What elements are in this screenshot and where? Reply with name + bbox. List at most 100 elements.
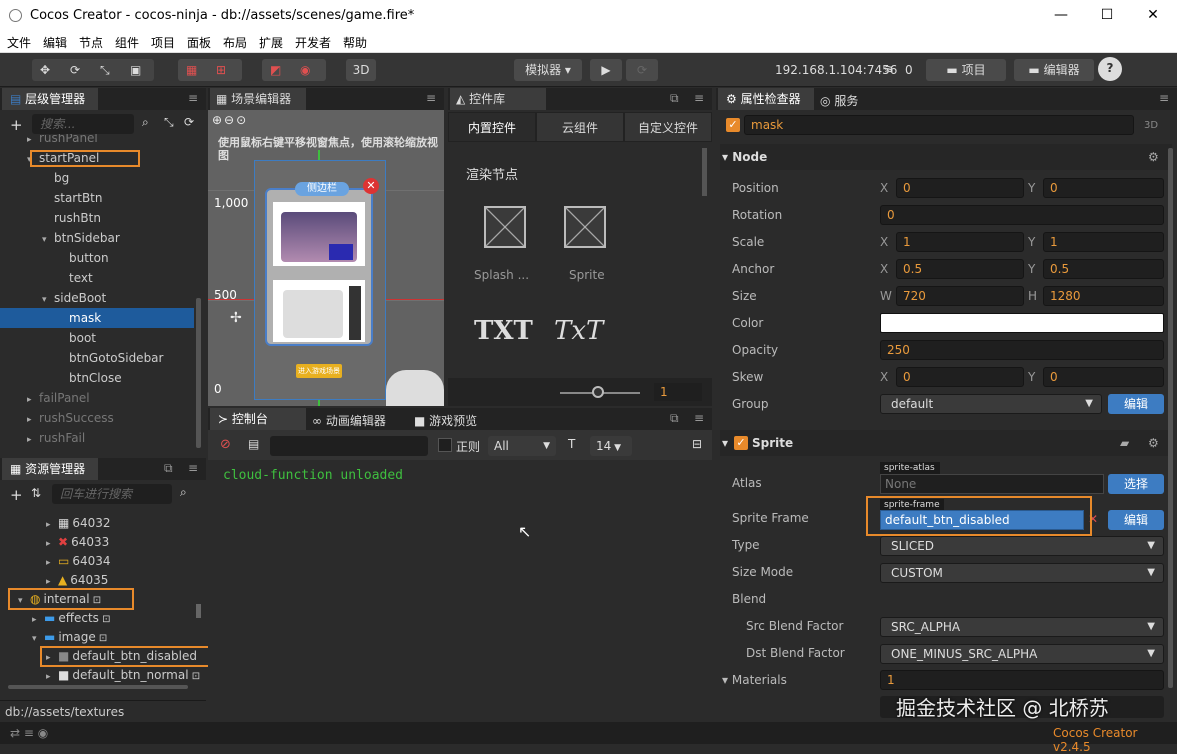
maximize-icon[interactable]: ⧉ <box>670 411 679 426</box>
hierarchy-node[interactable]: ▾ btnSidebar <box>0 228 194 248</box>
atlas-field[interactable]: None <box>880 474 1104 494</box>
hierarchy-node[interactable]: bg <box>0 168 194 188</box>
rotation-input[interactable]: 0 <box>880 205 1164 225</box>
menu-file[interactable]: 文件 <box>7 34 31 51</box>
rect-tool-icon[interactable]: ▣ <box>130 59 141 81</box>
tab-inspector[interactable]: ⚙ 属性检查器 <box>718 88 814 110</box>
color-swatch[interactable] <box>880 313 1164 333</box>
slider-value-input[interactable]: 1 <box>654 383 702 401</box>
asset-node[interactable]: ▸ ■ default_btn_normal ⊡ <box>0 666 200 685</box>
tab-custom-widgets[interactable]: 自定义控件 <box>624 112 712 142</box>
edit-frame-button[interactable]: 编辑 <box>1108 510 1164 530</box>
slider-handle[interactable] <box>592 386 604 398</box>
maximize-button[interactable]: ☐ <box>1084 0 1130 31</box>
panel-menu-icon[interactable]: ≡ <box>426 91 436 105</box>
position-x-input[interactable]: 0 <box>896 178 1024 198</box>
src-blend-select[interactable]: SRC_ALPHA ▼ <box>880 617 1164 637</box>
asset-node[interactable]: ▾ ▬ image ⊡ <box>0 628 107 647</box>
node-section-header[interactable] <box>720 144 1172 170</box>
node-active-checkbox[interactable]: ✓ <box>726 118 740 132</box>
hierarchy-scrollbar[interactable] <box>196 298 201 448</box>
menu-edit[interactable]: 编辑 <box>43 34 67 51</box>
hierarchy-search-input[interactable]: 搜索... <box>32 114 134 134</box>
hierarchy-node[interactable]: btnGotoSidebar <box>0 348 194 368</box>
widgets-scrollbar[interactable] <box>702 148 707 196</box>
open-project-button[interactable]: ▬ 项目 <box>926 59 1006 81</box>
chevron-down-icon[interactable]: ▾ <box>42 230 54 250</box>
minimize-button[interactable]: — <box>1038 0 1084 31</box>
open-editor-button[interactable]: ▬ 编辑器 <box>1014 59 1094 81</box>
menu-developer[interactable]: 开发者 <box>295 34 331 51</box>
menu-panel[interactable]: 面板 <box>187 34 211 51</box>
log-level-select[interactable]: All ▼ <box>488 436 556 456</box>
panel-menu-icon[interactable]: ≡ <box>188 91 198 105</box>
scene-viewport[interactable]: ⊕⊖⊙ 使用鼠标右键平移视窗焦点，使用滚轮缩放视图 1,000 500 0 侧边… <box>208 110 444 406</box>
scale-x-input[interactable]: 1 <box>896 232 1024 252</box>
maximize-icon[interactable]: ⧉ <box>670 91 679 106</box>
scale-y-input[interactable]: 1 <box>1043 232 1164 252</box>
assets-hscrollbar[interactable] <box>8 685 188 689</box>
panel-menu-icon[interactable]: ≡ <box>694 411 704 425</box>
hierarchy-node[interactable]: ▸ rushPanel <box>0 134 194 148</box>
hierarchy-node[interactable]: rushBtn <box>0 208 194 228</box>
gear-icon[interactable]: ⚙ <box>1148 436 1159 450</box>
sort-icon[interactable]: ⇅ <box>31 486 41 500</box>
hierarchy-node[interactable]: ▸ rushSuccess <box>0 408 194 428</box>
hierarchy-node[interactable]: button <box>0 248 194 268</box>
clear-icon[interactable]: ⊘ <box>220 437 231 452</box>
tab-cloud-widgets[interactable]: 云组件 <box>536 112 624 142</box>
popup-close-icon[interactable]: ✕ <box>363 178 379 194</box>
add-asset-icon[interactable]: + <box>10 486 23 504</box>
hierarchy-node[interactable]: text <box>0 268 194 288</box>
materials-count-input[interactable]: 1 <box>880 670 1164 690</box>
tab-builtin-widgets[interactable]: 内置控件 <box>448 112 536 142</box>
hierarchy-node[interactable]: ▾ sideBoot <box>0 288 194 308</box>
chevron-right-icon[interactable]: ▸ <box>27 410 39 430</box>
tab-widgets[interactable]: ◭ 控件库 <box>450 88 546 110</box>
assets-search-input[interactable]: 回车进行搜索 <box>52 484 172 504</box>
search-icon[interactable]: ⌕ <box>180 485 187 500</box>
edit-group-button[interactable]: 编辑 <box>1108 394 1164 414</box>
hierarchy-node[interactable]: boot <box>0 328 194 348</box>
anchor-x-input[interactable]: 0.5 <box>896 259 1024 279</box>
opacity-input[interactable]: 250 <box>880 340 1164 360</box>
inspector-scrollbar[interactable] <box>1168 148 1173 688</box>
global-icon[interactable]: ◉ <box>300 59 310 81</box>
console-filter-input[interactable] <box>270 436 428 456</box>
tab-console[interactable]: ≻ 控制台 <box>210 408 306 430</box>
local-icon[interactable]: ◩ <box>270 59 281 81</box>
chevron-right-icon[interactable]: ▸ <box>27 390 39 410</box>
splash-sprite-widget-icon[interactable] <box>484 206 526 248</box>
book-icon[interactable]: ▰ <box>1120 436 1129 450</box>
hierarchy-node[interactable]: mask <box>0 308 194 328</box>
hierarchy-node[interactable]: ▸ failPanel <box>0 388 194 408</box>
play-button[interactable]: ▶ <box>590 59 622 81</box>
menu-component[interactable]: 组件 <box>115 34 139 51</box>
search-icon[interactable]: ⌕ <box>142 115 149 130</box>
maximize-icon[interactable]: ⧉ <box>164 461 173 476</box>
status-icons[interactable]: ⇄ ≡ ◉ <box>10 726 48 740</box>
size-w-input[interactable]: 720 <box>896 286 1024 306</box>
regex-checkbox[interactable] <box>438 438 452 452</box>
asset-node[interactable]: ▸ ✖ 64033 <box>0 533 109 552</box>
asset-node[interactable]: ▸ ▦ 64032 <box>0 514 111 533</box>
enter-game-button[interactable]: 进入游戏场景 <box>296 364 342 378</box>
anchor-y-input[interactable]: 0.5 <box>1043 259 1164 279</box>
panel-menu-icon[interactable]: ≡ <box>1159 91 1169 105</box>
open-log-icon[interactable]: ▤ <box>248 437 259 451</box>
assets-scrollbar[interactable] <box>196 604 201 618</box>
label-widget-icon[interactable]: TXT <box>474 316 533 346</box>
menu-help[interactable]: 帮助 <box>343 34 367 51</box>
add-node-icon[interactable]: + <box>10 116 23 134</box>
tab-animation-editor[interactable]: ∞ 动画编辑器 <box>312 412 386 429</box>
tab-game-preview[interactable]: ■ 游戏预览 <box>414 412 477 429</box>
help-button[interactable]: ? <box>1098 57 1122 81</box>
simulator-select[interactable]: 模拟器 ▾ <box>514 59 582 81</box>
size-h-input[interactable]: 1280 <box>1043 286 1164 306</box>
panel-menu-icon[interactable]: ≡ <box>694 91 704 105</box>
chevron-right-icon[interactable]: ▸ <box>27 430 39 450</box>
panel-menu-icon[interactable]: ≡ <box>188 461 198 475</box>
asset-node[interactable]: ▸ ▭ 64034 <box>0 552 111 571</box>
hierarchy-node[interactable]: btnClose <box>0 368 194 388</box>
menu-layout[interactable]: 布局 <box>223 34 247 51</box>
